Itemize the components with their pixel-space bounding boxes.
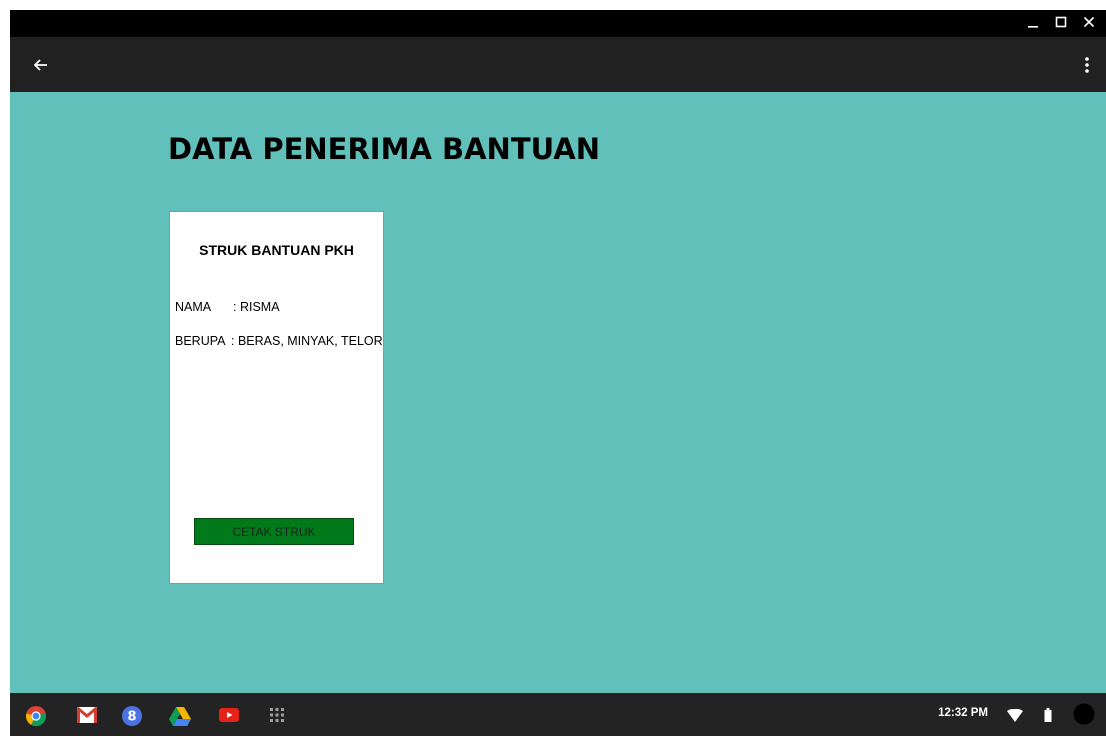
receipt-card: STRUK BANTUAN PKH NAMA : RISMA BERUPA : BE…: [169, 211, 384, 584]
battery-icon[interactable]: [1044, 707, 1066, 729]
wifi-icon[interactable]: [1007, 708, 1029, 730]
more-menu-button[interactable]: [1082, 54, 1092, 76]
arrow-left-icon: [33, 59, 47, 71]
window-titlebar: [10, 10, 1106, 37]
close-icon[interactable]: [1080, 12, 1098, 32]
receipt-value: : RISMA: [233, 300, 280, 314]
receipt-label: BERUPA: [175, 334, 226, 348]
account-avatar[interactable]: [1073, 703, 1095, 725]
app-bar: [10, 37, 1106, 92]
chrome-icon[interactable]: [25, 705, 47, 727]
receipt-title: STRUK BANTUAN PKH: [199, 242, 354, 258]
receipt-row-berupa: BERUPA : BERAS, MINYAK, TELOR: [175, 334, 383, 348]
print-receipt-button[interactable]: CETAK STRUK: [194, 518, 354, 545]
minimize-icon[interactable]: [1024, 12, 1042, 32]
receipt-row-nama: NAMA : RISMA: [175, 300, 280, 314]
youtube-icon[interactable]: [218, 707, 240, 729]
more-vertical-icon: [1085, 57, 1089, 73]
svg-text:8: 8: [127, 710, 136, 725]
receipt-value: : BERAS, MINYAK, TELOR: [231, 334, 383, 348]
main-content: DATA PENERIMA BANTUAN STRUK BANTUAN PKH …: [10, 92, 1106, 693]
app-launcher-icon[interactable]: [269, 707, 291, 729]
drive-icon[interactable]: [168, 705, 191, 727]
receipt-label: NAMA: [175, 300, 212, 314]
back-button[interactable]: [30, 54, 52, 76]
window-controls: [1024, 12, 1098, 32]
maximize-icon[interactable]: [1052, 12, 1070, 32]
os-shelf: 8 12:32 PM: [10, 693, 1106, 736]
gmail-icon[interactable]: [76, 706, 98, 728]
status-clock[interactable]: 12:32 PM: [938, 707, 988, 719]
google-plus-icon[interactable]: 8: [121, 705, 143, 727]
page-title: DATA PENERIMA BANTUAN: [168, 132, 600, 166]
